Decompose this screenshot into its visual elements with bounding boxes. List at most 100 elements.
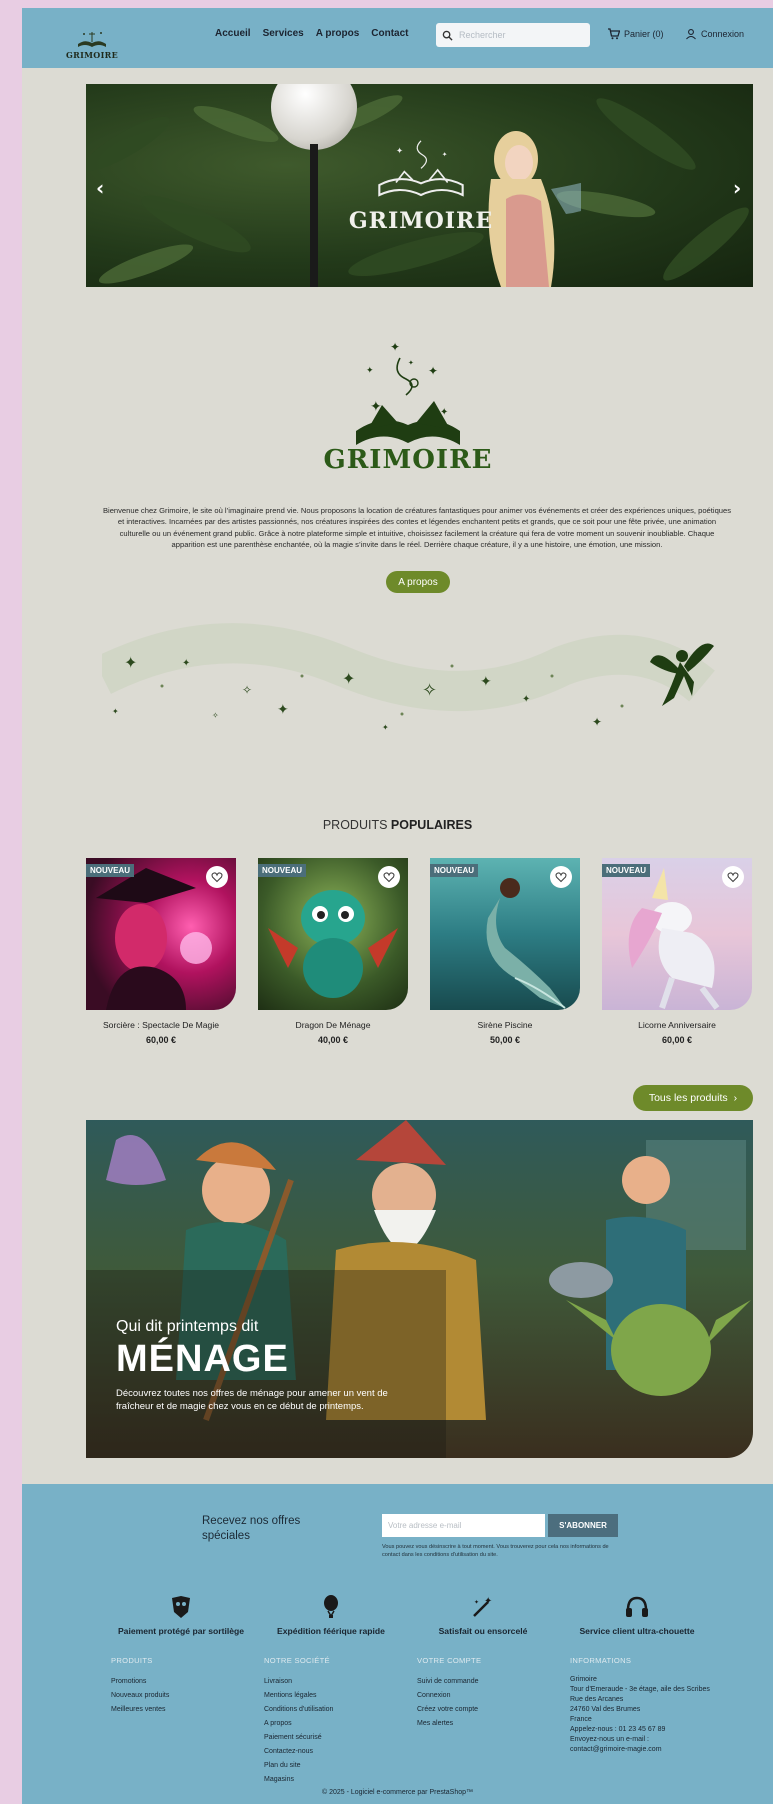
user-icon (686, 29, 696, 40)
subscribe-button[interactable]: S'ABONNER (548, 1514, 618, 1537)
product-card[interactable]: NOUVEAU Dragon De Ménage 40,00 € (258, 858, 408, 1045)
footer-link[interactable]: Nouveaux produits (111, 1689, 261, 1703)
footer-link[interactable]: Suivi de commande (417, 1675, 567, 1689)
promo-text-block: Qui dit printemps dit MÉNAGE Découvrez t… (116, 1318, 416, 1413)
footer-link[interactable]: A propos (264, 1717, 414, 1731)
all-products-label: Tous les produits (648, 1092, 728, 1104)
footer-link[interactable]: Meilleures ventes (111, 1703, 261, 1717)
store-info-line: Rue des Arcanes (570, 1696, 624, 1703)
new-badge: NOUVEAU (258, 864, 307, 877)
svg-text:✦: ✦ (428, 364, 438, 378)
wishlist-button[interactable] (206, 866, 228, 888)
svg-text:✦: ✦ (592, 715, 602, 729)
site-header: GRIMOIRE Accueil Services A propos Conta… (22, 8, 773, 68)
footer-link[interactable]: Mentions légales (264, 1689, 414, 1703)
cart-label: Panier (0) (624, 29, 664, 39)
newsletter-email-input[interactable] (382, 1514, 545, 1537)
svg-text:✧: ✧ (242, 683, 252, 697)
footer-link[interactable]: Promotions (111, 1675, 261, 1689)
feature-label: Paiement protégé par sortilège (117, 1626, 245, 1636)
product-card[interactable]: NOUVEAU Sorcière : Spectacle De Magie 60… (86, 858, 236, 1045)
grimoire-logo-icon: ✦ ✦ ✦ ✦ ✦ ✦ (356, 340, 460, 445)
cart-icon (608, 28, 620, 40)
footer-link[interactable]: Contactez-nous (264, 1745, 414, 1759)
footer-link[interactable]: Magasins (264, 1773, 414, 1787)
store-info-line: Envoyez-nous un e-mail : (570, 1736, 649, 1743)
product-image[interactable]: NOUVEAU (430, 858, 580, 1010)
new-badge: NOUVEAU (602, 864, 651, 877)
svg-text:✦: ✦ (277, 701, 289, 717)
product-image[interactable]: NOUVEAU (86, 858, 236, 1010)
headphones-icon (626, 1596, 648, 1617)
svg-text:✦: ✦ (112, 707, 119, 716)
product-image[interactable]: NOUVEAU (602, 858, 752, 1010)
popular-products-title: PRODUITS POPULAIRES (22, 818, 773, 832)
feature-label: Service client ultra-chouette (579, 1626, 695, 1636)
all-products-button[interactable]: Tous les produits › (633, 1085, 753, 1111)
feature-secure-payment: Paiement protégé par sortilège (106, 1594, 256, 1636)
search-icon[interactable] (442, 30, 453, 41)
promo-banner[interactable]: Qui dit printemps dit MÉNAGE Découvrez t… (86, 1120, 753, 1458)
footer-link[interactable]: Plan du site (264, 1759, 414, 1773)
copyright: © 2025 - Logiciel e-commerce par PrestaS… (321, 1789, 474, 1796)
footer-link[interactable]: Connexion (417, 1689, 567, 1703)
wishlist-button[interactable] (550, 866, 572, 888)
promo-kicker: Qui dit printemps dit (116, 1318, 259, 1335)
svg-text:✦: ✦ (474, 1599, 479, 1606)
slider-next-arrow[interactable]: › (733, 176, 741, 200)
new-badge: NOUVEAU (86, 864, 135, 877)
product-price: 60,00 € (145, 1035, 177, 1045)
store-info-line: 24760 Val des Brumes (570, 1706, 641, 1713)
search-input[interactable] (459, 30, 579, 40)
footer-column-title: PRODUITS (111, 1656, 153, 1665)
about-button[interactable]: A propos (386, 571, 450, 593)
promo-headline: MÉNAGE (116, 1338, 289, 1380)
heart-icon (555, 872, 567, 883)
product-image[interactable]: NOUVEAU (258, 858, 408, 1010)
heart-icon (727, 872, 739, 883)
footer-column-products: PRODUITS Promotions Nouveaux produits Me… (111, 1656, 261, 1717)
new-badge: NOUVEAU (430, 864, 479, 877)
feature-satisfaction: ✦ ✦ Satisfait ou ensorcelé (408, 1594, 558, 1636)
nav-accueil[interactable]: Accueil (215, 28, 251, 39)
fairy-figure (488, 131, 581, 287)
footer-link[interactable]: Paiement sécurisé (264, 1731, 414, 1745)
popular-title-part1: PRODUITS (322, 818, 388, 832)
svg-text:✦: ✦ (124, 655, 137, 672)
store-info-line: Tour d'Emeraude - 3e étage, aile des Scr… (570, 1686, 710, 1693)
hero-slider: ✦ ✦ GRIMOIRE ‹ › (86, 84, 753, 287)
svg-text:✦: ✦ (480, 673, 492, 689)
product-name[interactable]: Licorne Anniversaire (602, 1020, 752, 1030)
store-info-line: Appelez-nous : 01 23 45 67 89 (570, 1726, 666, 1733)
book-icon (78, 32, 106, 47)
svg-text:✦: ✦ (484, 1596, 492, 1607)
product-name[interactable]: Sirène Piscine (430, 1020, 580, 1030)
footer-column-title: VOTRE COMPTE (417, 1656, 482, 1665)
contact-email-link[interactable]: contact@grimoire-magie.com (570, 1745, 720, 1755)
footer-link[interactable]: Livraison (264, 1675, 414, 1689)
svg-text:✦: ✦ (442, 151, 448, 159)
svg-text:✦: ✦ (390, 340, 400, 354)
site-logo[interactable]: GRIMOIRE (66, 20, 118, 60)
footer-link[interactable]: Mes alertes (417, 1717, 567, 1731)
footer-link[interactable]: Conditions d'utilisation (264, 1703, 414, 1717)
nav-a-propos[interactable]: A propos (316, 28, 360, 39)
svg-text:✦: ✦ (182, 658, 190, 669)
wishlist-button[interactable] (378, 866, 400, 888)
nav-services[interactable]: Services (263, 28, 304, 39)
lamp-pole (310, 144, 318, 287)
product-name[interactable]: Dragon De Ménage (258, 1020, 408, 1030)
svg-text:✦: ✦ (382, 723, 389, 732)
cart-link[interactable]: Panier (0) (608, 28, 664, 40)
login-link[interactable]: Connexion (685, 28, 744, 40)
product-card[interactable]: NOUVEAU Sirène Piscine 50,00 € (430, 858, 580, 1045)
product-name[interactable]: Sorcière : Spectacle De Magie (86, 1020, 236, 1030)
product-card[interactable]: NOUVEAU Licorne Anniversaire 60,00 € (602, 858, 752, 1045)
slider-prev-arrow[interactable]: ‹ (96, 176, 104, 200)
svg-text:✦: ✦ (522, 694, 530, 705)
wishlist-button[interactable] (722, 866, 744, 888)
site-footer: Recevez nos offres spéciales S'ABONNER V… (22, 1484, 773, 1804)
feature-label: Expédition féérique rapide (277, 1626, 385, 1636)
footer-link[interactable]: Créez votre compte (417, 1703, 567, 1717)
nav-contact[interactable]: Contact (371, 28, 408, 39)
